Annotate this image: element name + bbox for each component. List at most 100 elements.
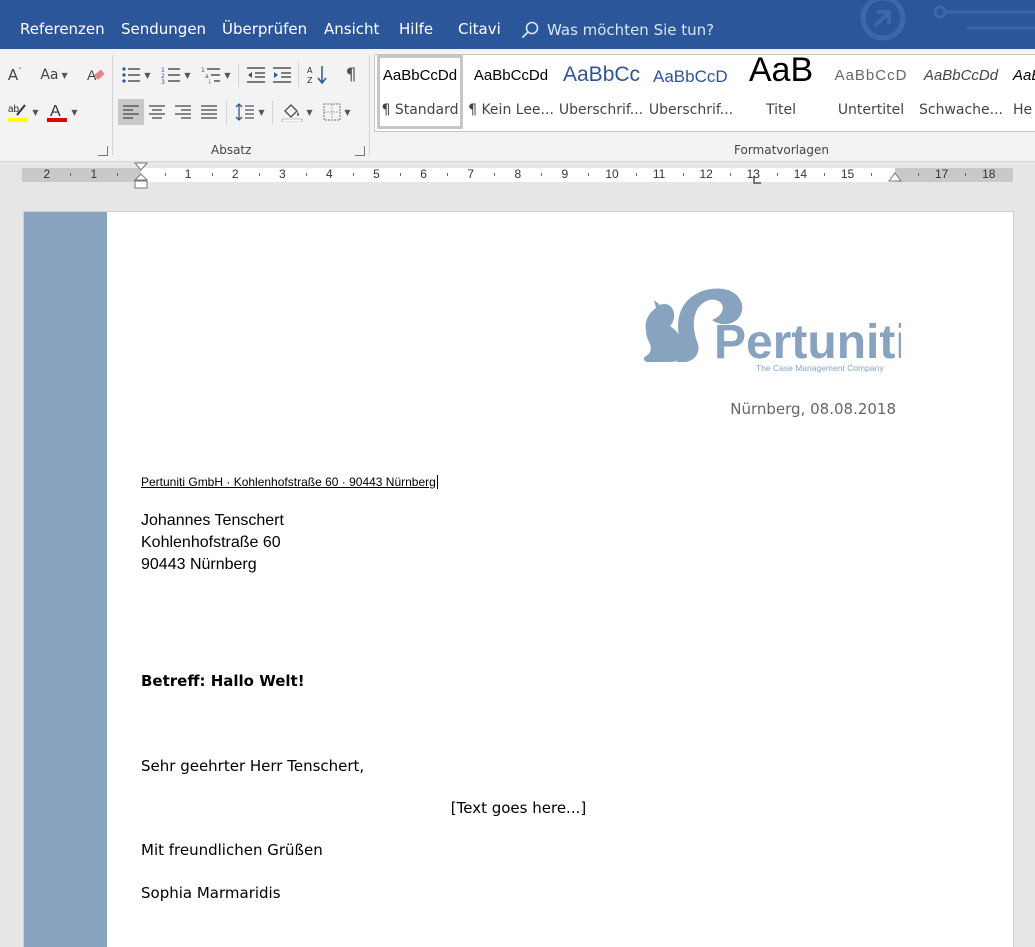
company-logo: Pertuniti The Case Management Company [636, 270, 909, 380]
salutation: Sehr geehrter Herr Tenschert, [141, 757, 365, 775]
svg-text:Z: Z [307, 76, 313, 85]
ruler-number: 2 [231, 167, 239, 181]
ruler-number: 6 [420, 167, 427, 181]
align-center-button[interactable] [144, 99, 170, 125]
first-line-indent-marker[interactable] [134, 162, 148, 190]
font-color-button[interactable]: A ▼ [44, 99, 80, 125]
increase-indent-button[interactable] [270, 63, 294, 87]
numbering-button[interactable]: 123 ▼ [158, 63, 194, 87]
justify-button[interactable] [196, 99, 222, 125]
ruler-tick [117, 173, 119, 176]
logo-wordmark: Pertuniti [714, 316, 901, 369]
tab-referenzen[interactable]: Referenzen [20, 20, 105, 38]
bullets-button[interactable]: ▼ [118, 63, 154, 87]
style-name: Schwache... [918, 102, 1004, 118]
style-name: Titel [765, 102, 796, 118]
ruler-tick [494, 173, 496, 176]
increase-indent-icon [273, 67, 291, 83]
multilevel-list-icon: 1ai [201, 67, 221, 84]
ruler-number: 3 [278, 167, 286, 181]
ruler-tick [588, 173, 590, 176]
style-titel[interactable]: AaB Titel [737, 55, 825, 129]
ribbon-tab-bar: Referenzen Sendungen Überprüfen Ansicht … [0, 0, 1035, 49]
style-untertitel[interactable]: AaBbCcD Untertitel [827, 55, 915, 129]
highlight-pen-icon: ab [8, 104, 29, 122]
tab-ansicht[interactable]: Ansicht [324, 20, 379, 38]
style-standard[interactable]: AaBbCcDd ¶ Standard [377, 55, 463, 129]
style-ueberschrift-1[interactable]: AaBbCc Überschrif... [557, 55, 645, 129]
line-spacing-button[interactable]: ▼ [232, 99, 268, 125]
tab-stop-marker[interactable] [752, 176, 762, 186]
chevron-down-icon: ▼ [144, 70, 151, 80]
tab-sendungen[interactable]: Sendungen [121, 20, 206, 38]
svg-text:A: A [50, 103, 61, 120]
multilevel-list-button[interactable]: 1ai ▼ [198, 63, 234, 87]
ruler-tick [352, 173, 354, 176]
ruler-number: 18 [982, 167, 996, 181]
svg-text:3: 3 [161, 79, 165, 84]
chevron-down-icon: ▼ [258, 107, 265, 117]
clear-formatting-button[interactable]: A [84, 63, 108, 87]
font-dialog-launcher[interactable] [98, 146, 108, 156]
ruler-tick [918, 173, 920, 176]
tab-hilfe[interactable]: Hilfe [399, 20, 433, 38]
tell-me-placeholder: Was möchten Sie tun? [547, 21, 715, 39]
style-preview: AaBbCcD [834, 67, 908, 84]
ruler-tick [305, 173, 307, 176]
style-schwache-hervorhebung[interactable]: AaBbCcDd Schwache... [917, 55, 1005, 129]
ruler-tick [211, 173, 213, 176]
ruler-tick [635, 173, 637, 176]
chevron-down-icon: ▼ [61, 70, 68, 80]
justify-icon [201, 105, 217, 119]
line-spacing-icon [235, 103, 255, 121]
tab-citavi[interactable]: Citavi [458, 20, 501, 38]
recipient-street: Kohlenhofstraße 60 [141, 534, 281, 551]
ruler-tick [823, 173, 825, 176]
ruler-number: 15 [840, 167, 855, 181]
horizontal-ruler[interactable]: 2 1 1 2 3 4 5 6 7 8 9 10 11 12 13 14 15 17 18 [0, 162, 1035, 192]
style-preview: AaBbCcDd [473, 67, 549, 84]
show-formatting-marks-button[interactable]: ¶ [338, 63, 364, 87]
closing: Mit freundlichen Grüßen [141, 841, 323, 859]
right-indent-marker[interactable] [888, 172, 902, 184]
clear-formatting-icon: A [87, 67, 105, 83]
group-separator [272, 101, 273, 125]
ruler-number: 1 [184, 167, 192, 181]
group-separator [238, 63, 239, 87]
signature-name: Sophia Marmaridis [141, 884, 281, 902]
tell-me-search[interactable]: Was möchten Sie tun? [521, 18, 714, 42]
align-left-button[interactable] [118, 99, 144, 125]
change-case-button[interactable]: Aa ▼ [36, 63, 72, 87]
group-separator [112, 55, 113, 155]
svg-text:i: i [209, 79, 211, 84]
highlight-color-button[interactable]: ab ▼ [4, 99, 42, 125]
sort-button[interactable]: AZ [304, 63, 330, 87]
decrease-indent-button[interactable] [244, 63, 268, 87]
align-right-button[interactable] [170, 99, 196, 125]
borders-button[interactable]: ▼ [318, 99, 356, 125]
ruler-tick [682, 173, 684, 176]
style-preview: AaBl [1013, 67, 1035, 84]
ruler-tick [70, 173, 72, 176]
style-ueberschrift-2[interactable]: AaBbCcD Überschrif... [647, 55, 735, 129]
ruler-number: 5 [373, 167, 380, 181]
tab-ueberpruefen[interactable]: Überprüfen [222, 20, 307, 38]
paragraph-dialog-launcher[interactable] [355, 146, 365, 156]
style-kein-leerraum[interactable]: AaBbCcDd ¶ Kein Lee... [467, 55, 555, 129]
ruler-number: 8 [514, 167, 522, 181]
ruler-number: 4 [326, 167, 333, 181]
style-preview: AaBbCcDd [923, 67, 999, 84]
date-line: Nürnberg, 08.08.2018 [730, 400, 896, 418]
ruler-tick [871, 173, 873, 176]
bullet-list-icon [122, 67, 141, 83]
ruler-number: 2 [43, 167, 51, 181]
sort-az-icon: AZ [307, 66, 327, 85]
squirrel-logo-icon: Pertuniti The Case Management Company [643, 288, 909, 373]
document-page[interactable]: Pertuniti The Case Management Company Nü… [24, 212, 1013, 947]
shading-button[interactable]: ▼ [278, 99, 316, 125]
style-hervorhebung[interactable]: AaBl He [1007, 55, 1035, 129]
shrink-font-button[interactable]: Aˇ [4, 63, 26, 87]
style-name: ¶ Kein Lee... [468, 102, 554, 118]
style-preview: AaB [748, 55, 814, 89]
subject-line: Betreff: Hallo Welt! [141, 672, 305, 690]
